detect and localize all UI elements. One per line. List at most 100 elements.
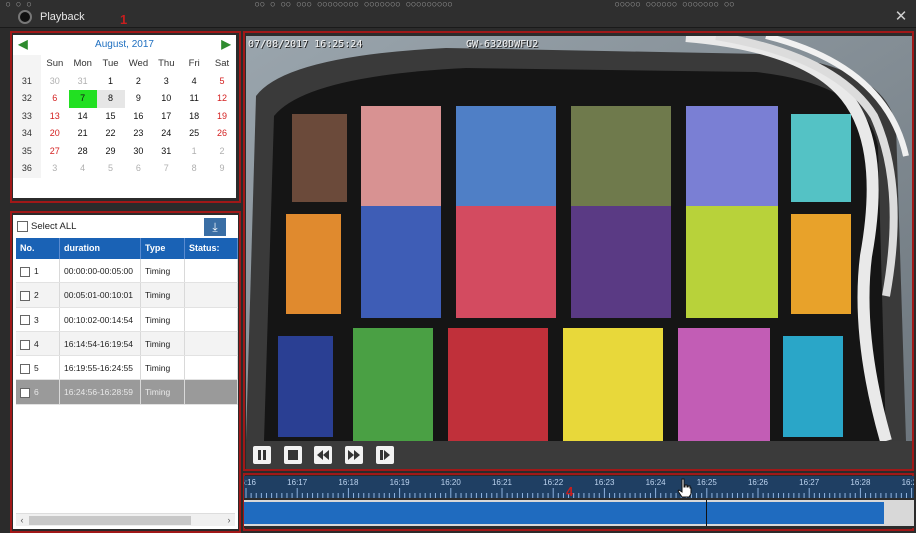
timeline[interactable]: 16:16 16:17 16:18 16:19 16:20 16:21 16:22 16:23… (244, 476, 914, 528)
calendar-day[interactable]: 26 (208, 125, 236, 143)
calendar-day[interactable]: 4 (69, 160, 97, 178)
calendar-day[interactable]: 1 (97, 73, 125, 91)
row-checkbox[interactable] (20, 363, 30, 374)
calendar-day[interactable]: 3 (152, 73, 180, 91)
color-patch (783, 336, 843, 437)
stop-icon[interactable] (284, 446, 302, 464)
row-number-cell: 2 (16, 283, 60, 307)
select-all-checkbox[interactable] (17, 221, 28, 232)
table-row[interactable]: 2 00:05:01-00:10:01 Timing (16, 283, 238, 308)
file-table: No. duration Type Status: 1 00:00:00-00:0… (16, 238, 238, 405)
calendar-day[interactable]: 9 (125, 90, 153, 108)
calendar-day[interactable]: 16 (125, 108, 153, 126)
rewind-icon[interactable] (314, 446, 332, 464)
step-forward-icon[interactable] (376, 446, 394, 464)
select-all-label: Select ALL (31, 221, 77, 232)
timeline-label: 16:17 (287, 478, 308, 487)
timeline-label: 16:29 (901, 478, 914, 487)
calendar-day[interactable]: 13 (41, 108, 69, 126)
weekday-header: Thu (158, 58, 175, 69)
calendar-day[interactable]: 7 (68, 90, 97, 108)
calendar-day[interactable]: 2 (208, 143, 236, 161)
timeline-label: 16:26 (747, 478, 769, 487)
playback-controls (246, 441, 912, 469)
table-row[interactable]: 6 16:24:56-16:28:59 Timing (16, 380, 238, 405)
row-checkbox[interactable] (20, 315, 30, 326)
calendar-day[interactable]: 31 (69, 73, 97, 91)
type-cell: Timing (141, 380, 185, 404)
calendar-week-row: 36 3 4 5 6 7 8 9 (13, 160, 236, 178)
window-title: Playback (40, 11, 85, 23)
calendar-day[interactable]: 21 (69, 125, 97, 143)
color-patch (686, 206, 778, 318)
calendar-day[interactable]: 6 (41, 90, 69, 108)
calendar-day[interactable]: 29 (97, 143, 125, 161)
week-number-header (13, 55, 41, 73)
calendar-day[interactable]: 30 (125, 143, 153, 161)
row-checkbox[interactable] (20, 388, 30, 399)
duration-cell: 00:00:00-00:05:00 (60, 259, 141, 283)
table-row[interactable]: 5 16:19:55-16:24:55 Timing (16, 356, 238, 381)
calendar-day[interactable]: 30 (41, 73, 69, 91)
arrow-right-icon[interactable]: ▶ (219, 37, 233, 51)
calendar-day[interactable]: 11 (180, 90, 208, 108)
calendar-week-row: 34 20 21 22 23 24 25 26 (13, 125, 236, 143)
calendar-day[interactable]: 14 (69, 108, 97, 126)
calendar-day[interactable]: 1 (180, 143, 208, 161)
row-checkbox[interactable] (20, 339, 30, 350)
calendar-day[interactable]: 22 (97, 125, 125, 143)
status-cell (185, 380, 238, 404)
scroll-right-icon[interactable]: › (223, 514, 235, 527)
timeline-label: 16:23 (594, 478, 615, 487)
pause-icon[interactable] (253, 446, 271, 464)
calendar-day[interactable]: 6 (125, 160, 153, 178)
table-row[interactable]: 3 00:10:02-00:14:54 Timing (16, 307, 238, 332)
calendar-day[interactable]: 10 (152, 90, 180, 108)
row-checkbox[interactable] (20, 291, 30, 302)
calendar-day[interactable]: 5 (97, 160, 125, 178)
scroll-left-icon[interactable]: ‹ (16, 514, 28, 527)
calendar-day[interactable]: 8 (180, 160, 208, 178)
calendar-day[interactable]: 24 (152, 125, 180, 143)
calendar-day[interactable]: 8 (96, 90, 125, 108)
color-patch (686, 106, 778, 206)
timeline-ruler[interactable]: 16:16 16:17 16:18 16:19 16:20 16:21 16:22 16:23… (244, 476, 914, 498)
decorative-dots: ○ ○ ○ (6, 0, 33, 8)
calendar-day[interactable]: 4 (180, 73, 208, 91)
horizontal-scrollbar[interactable]: ‹ › (16, 513, 235, 526)
type-cell: Timing (141, 307, 185, 331)
calendar-day[interactable]: 20 (41, 125, 69, 143)
status-cell (185, 356, 238, 380)
arrow-left-icon[interactable]: ◀ (16, 37, 30, 51)
calendar-day[interactable]: 3 (41, 160, 69, 178)
calendar-day[interactable]: 7 (152, 160, 180, 178)
app-icon (18, 10, 32, 24)
calendar-day[interactable]: 19 (208, 108, 236, 126)
calendar-day[interactable]: 17 (152, 108, 180, 126)
color-patch (353, 328, 433, 441)
timeline-label: 16:18 (338, 478, 359, 487)
weekday-header-row: Sun Mon Tue Wed Thu Fri Sat (13, 55, 236, 73)
video-view[interactable]: 07/08/2017 16:25:24 GW-6320DWFU2 (246, 36, 912, 441)
calendar-day[interactable]: 15 (97, 108, 125, 126)
download-icon[interactable]: ⤓ (204, 218, 226, 236)
recording-track[interactable] (244, 500, 914, 526)
calendar-day[interactable]: 23 (125, 125, 153, 143)
calendar-day[interactable]: 9 (208, 160, 236, 178)
calendar-day[interactable]: 25 (180, 125, 208, 143)
calendar-day[interactable]: 27 (41, 143, 69, 161)
calendar-day[interactable]: 31 (152, 143, 180, 161)
calendar-day[interactable]: 5 (208, 73, 236, 91)
calendar-week-row: 31 30 31 1 2 3 4 5 (13, 72, 236, 91)
calendar-day[interactable]: 28 (69, 143, 97, 161)
scrollbar-thumb[interactable] (29, 516, 191, 525)
close-icon[interactable]: ✕ (892, 8, 910, 26)
calendar-day[interactable]: 12 (208, 90, 236, 108)
file-table-header: No. duration Type Status: (16, 238, 238, 259)
table-row[interactable]: 4 16:14:54-16:19:54 Timing (16, 331, 238, 357)
calendar-day[interactable]: 18 (180, 108, 208, 126)
table-row[interactable]: 1 00:00:00-00:05:00 Timing (16, 259, 238, 284)
fast-forward-icon[interactable] (345, 446, 363, 464)
calendar-day[interactable]: 2 (125, 73, 153, 91)
row-checkbox[interactable] (20, 266, 30, 277)
